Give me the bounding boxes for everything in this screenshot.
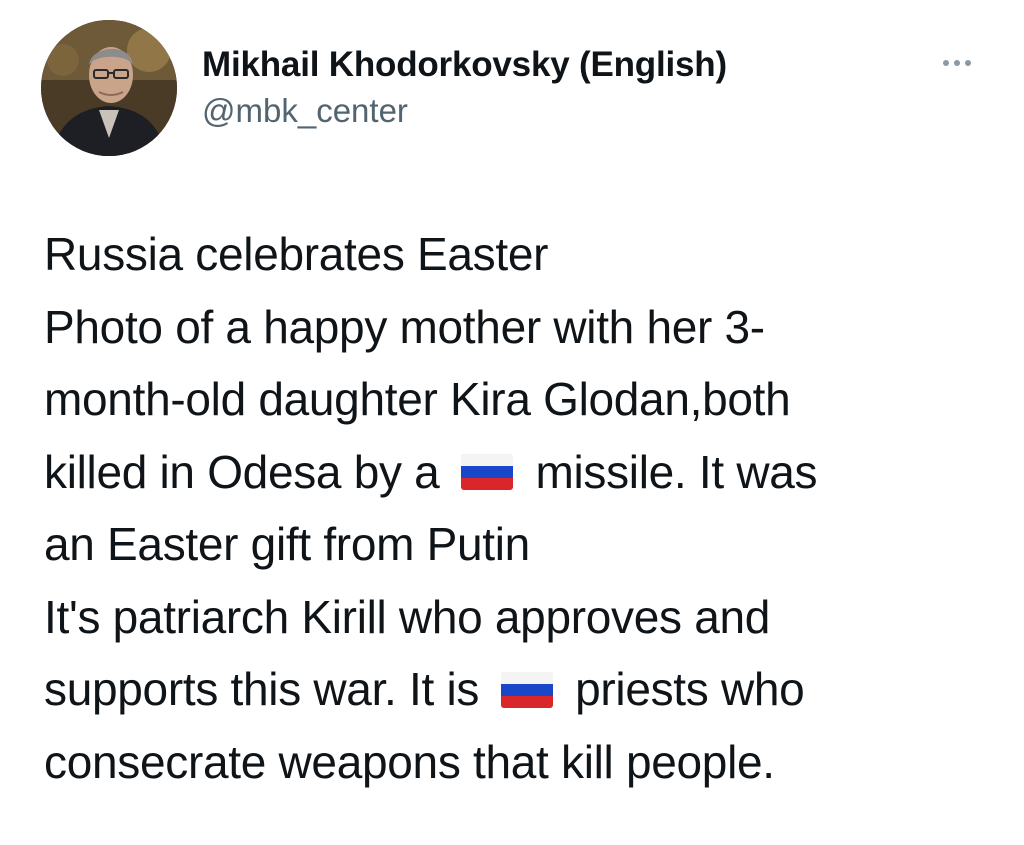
tweet-line: supports this war. It is priests who [44,653,1004,726]
tweet-text: Russia celebrates Easter Photo of a happ… [44,218,1004,798]
tweet-line-text: supports this war. It is [44,663,480,715]
tweet-line: killed in Odesa by a missile. It was [44,436,1004,509]
tweet-line: Photo of a happy mother with her 3- [44,300,765,353]
tweet-line: It's patriarch Kirill who approves and [44,590,771,643]
more-horizontal-icon [954,60,960,66]
tweet-line-text: killed in Odesa by a [44,445,440,498]
tweet-line-text: priests who [575,663,805,715]
more-horizontal-icon [965,60,971,66]
tweet-line: consecrate weapons that kill people. [44,735,775,788]
tweet-line: Russia celebrates Easter [44,228,549,280]
author-avatar[interactable] [41,20,177,156]
tweet-line-text: missile. It was [535,445,818,498]
tweet-line: an Easter gift from Putin [44,518,530,570]
more-horizontal-icon [943,60,949,66]
russian-flag-icon [501,671,554,708]
tweet-card: Mikhail Khodorkovsky (English) @mbk_cent… [0,0,1024,845]
avatar-image [41,20,177,156]
tweet-line: month-old daughter Kira Glodan,both [44,373,791,425]
russian-flag-icon [461,454,514,491]
author-handle[interactable]: @mbk_center [202,92,408,130]
author-name[interactable]: Mikhail Khodorkovsky (English) [202,45,727,85]
more-options-button[interactable] [932,48,982,78]
